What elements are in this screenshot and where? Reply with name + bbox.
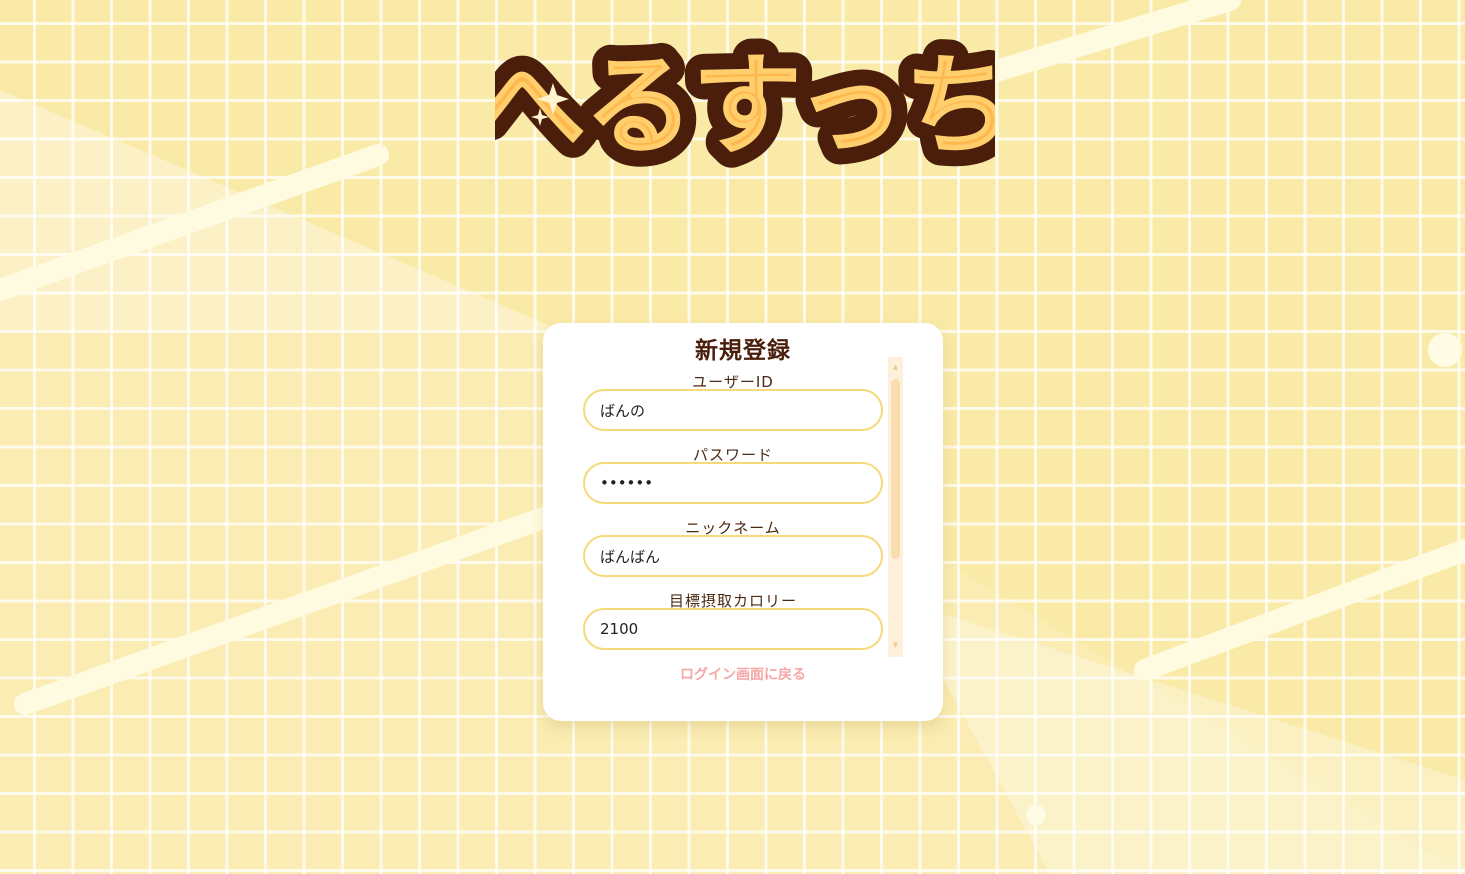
logo-text: へるすっち [495, 44, 995, 169]
nickname-field: ニックネーム [583, 519, 883, 577]
nickname-input[interactable] [583, 535, 883, 577]
bubble-right [1428, 333, 1462, 367]
streak-top-right [949, 0, 1241, 93]
register-form[interactable]: ユーザーID パスワード ニックネーム 目標摂取カロリー [583, 359, 883, 659]
scroll-down-arrow-icon[interactable]: ▼ [888, 639, 903, 651]
scroll-up-arrow-icon[interactable]: ▲ [888, 361, 903, 373]
streak-lower-right [1134, 539, 1465, 681]
user-id-field: ユーザーID [583, 373, 883, 431]
scrollbar-thumb[interactable] [891, 379, 900, 559]
target-calories-input[interactable] [583, 608, 883, 650]
light-beam-left [0, 90, 560, 330]
password-field: パスワード [583, 446, 883, 504]
target-calories-field: 目標摂取カロリー [583, 592, 883, 650]
bubble-bottom [1026, 805, 1046, 825]
app-logo: へるすっち へるすっち [495, 27, 995, 186]
password-input[interactable] [583, 462, 883, 504]
form-scrollbar[interactable]: ▲ ▼ [888, 357, 903, 657]
register-card: 新規登録 ユーザーID パスワード ニックネーム 目標摂取カロリー ▲ ▼ ログ… [543, 323, 943, 721]
back-to-login-link[interactable]: ログイン画面に戻る [543, 664, 943, 684]
user-id-input[interactable] [583, 389, 883, 431]
